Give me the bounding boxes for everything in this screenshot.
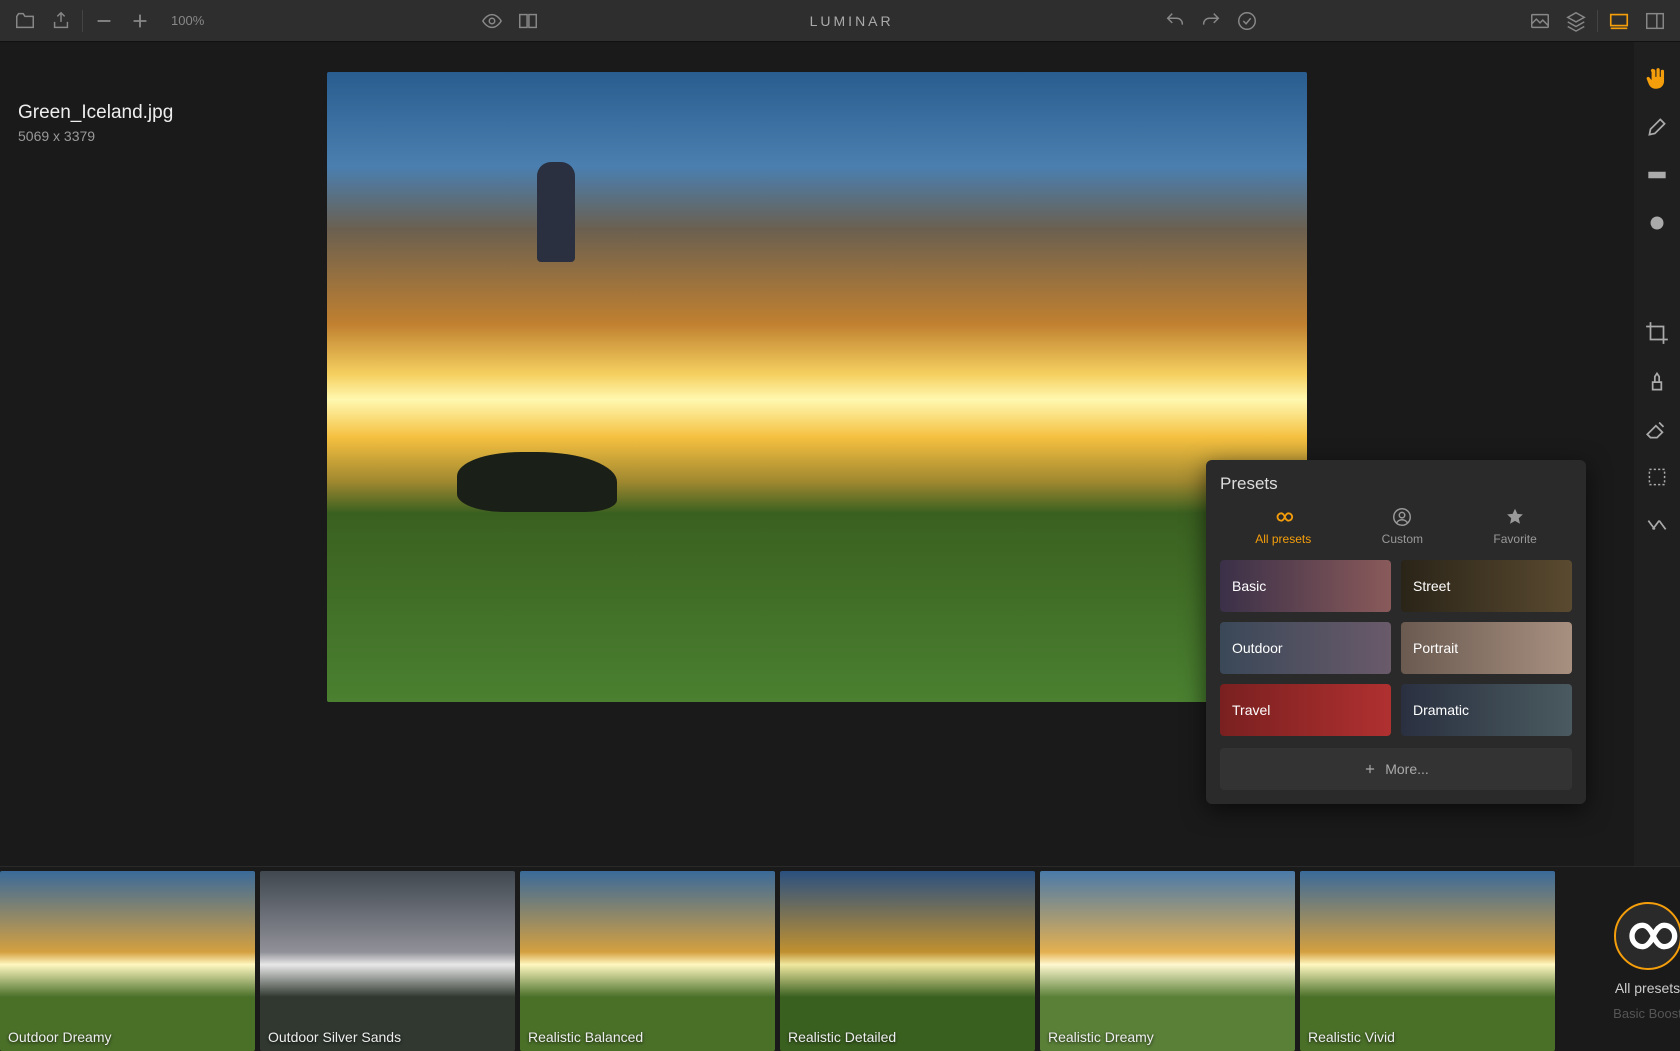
star-icon — [1504, 506, 1526, 528]
crop-tool[interactable] — [1644, 320, 1670, 346]
preset-label: Realistic Vivid — [1308, 1029, 1395, 1045]
category-dramatic[interactable]: Dramatic — [1401, 684, 1572, 736]
preset-label: Outdoor Silver Sands — [268, 1029, 401, 1045]
category-label: Portrait — [1413, 640, 1458, 656]
filmstrip: Outdoor Dreamy Outdoor Silver Sands Real… — [0, 866, 1680, 1051]
radial-tool[interactable] — [1644, 210, 1670, 236]
category-outdoor[interactable]: Outdoor — [1220, 622, 1391, 674]
fab-label: All presets — [1615, 980, 1680, 996]
category-basic[interactable]: Basic — [1220, 560, 1391, 612]
category-label: Outdoor — [1232, 640, 1283, 656]
open-button[interactable] — [14, 10, 36, 32]
category-label: Basic — [1232, 578, 1266, 594]
preset-thumb[interactable]: Outdoor Silver Sands — [260, 871, 515, 1051]
preset-thumb[interactable]: Outdoor Dreamy — [0, 871, 255, 1051]
zoom-level[interactable]: 100% — [171, 13, 204, 28]
app-title: LUMINAR — [810, 13, 894, 29]
category-street[interactable]: Street — [1401, 560, 1572, 612]
presets-panel: Presets All presets Custom Favorite Basi… — [1206, 460, 1586, 804]
zoom-in-button[interactable] — [129, 10, 151, 32]
presets-toggle-button[interactable] — [1608, 10, 1630, 32]
preset-label: Realistic Detailed — [788, 1029, 896, 1045]
preset-categories: Basic Street Outdoor Portrait Travel Dra… — [1220, 560, 1572, 790]
preset-tab-favorite[interactable]: Favorite — [1493, 506, 1536, 546]
preset-tabs: All presets Custom Favorite — [1220, 506, 1572, 546]
preset-thumb[interactable]: Realistic Balanced — [520, 871, 775, 1051]
file-dimensions: 5069 x 3379 — [18, 128, 173, 144]
apply-button[interactable] — [1236, 10, 1258, 32]
category-portrait[interactable]: Portrait — [1401, 622, 1572, 674]
mask-tool[interactable] — [1644, 464, 1670, 490]
canvas[interactable]: Green_Iceland.jpg 5069 x 3379 Presets Al… — [0, 42, 1634, 866]
compare-button[interactable] — [517, 10, 539, 32]
preset-tab-label: All presets — [1255, 532, 1311, 546]
denoise-tool[interactable] — [1644, 512, 1670, 538]
image-panel-button[interactable] — [1529, 10, 1551, 32]
category-travel[interactable]: Travel — [1220, 684, 1391, 736]
undo-button[interactable] — [1164, 10, 1186, 32]
zoom-out-button[interactable] — [93, 10, 115, 32]
brush-tool[interactable] — [1644, 114, 1670, 140]
more-label: More... — [1385, 761, 1429, 777]
preset-thumb[interactable]: Realistic Vivid — [1300, 871, 1555, 1051]
category-label: Dramatic — [1413, 702, 1469, 718]
share-button[interactable] — [50, 10, 72, 32]
all-presets-fab[interactable]: All presets Basic Boost — [1560, 871, 1680, 1051]
more-categories-button[interactable]: More... — [1220, 748, 1572, 790]
toolbar: 100% LUMINAR — [0, 0, 1680, 42]
user-circle-icon — [1391, 506, 1413, 528]
layers-panel-button[interactable] — [1565, 10, 1587, 32]
gradient-tool[interactable] — [1644, 162, 1670, 188]
panels-toggle-button[interactable] — [1644, 10, 1666, 32]
preset-tab-label: Favorite — [1493, 532, 1536, 546]
fab-sublabel: Basic Boost — [1613, 1006, 1680, 1021]
presets-title: Presets — [1220, 474, 1572, 494]
erase-tool[interactable] — [1644, 416, 1670, 442]
preset-tab-label: Custom — [1382, 532, 1423, 546]
main-photo[interactable] — [327, 72, 1307, 702]
preset-label: Realistic Balanced — [528, 1029, 643, 1045]
file-info: Green_Iceland.jpg 5069 x 3379 — [18, 102, 173, 144]
category-label: Travel — [1232, 702, 1270, 718]
clone-tool[interactable] — [1644, 368, 1670, 394]
divider — [1597, 10, 1598, 32]
hand-tool[interactable] — [1644, 66, 1670, 92]
preview-button[interactable] — [481, 10, 503, 32]
preset-tab-custom[interactable]: Custom — [1382, 506, 1423, 546]
file-name: Green_Iceland.jpg — [18, 102, 173, 124]
preset-thumb[interactable]: Realistic Dreamy — [1040, 871, 1295, 1051]
tool-rail — [1634, 42, 1680, 866]
redo-button[interactable] — [1200, 10, 1222, 32]
preset-label: Realistic Dreamy — [1048, 1029, 1154, 1045]
infinity-icon — [1614, 902, 1680, 970]
divider — [82, 10, 83, 32]
preset-label: Outdoor Dreamy — [8, 1029, 111, 1045]
preset-tab-all[interactable]: All presets — [1255, 506, 1311, 546]
plus-icon — [1363, 762, 1377, 776]
main: Green_Iceland.jpg 5069 x 3379 Presets Al… — [0, 42, 1680, 866]
category-label: Street — [1413, 578, 1450, 594]
infinity-icon — [1272, 506, 1294, 528]
preset-thumb[interactable]: Realistic Detailed — [780, 871, 1035, 1051]
